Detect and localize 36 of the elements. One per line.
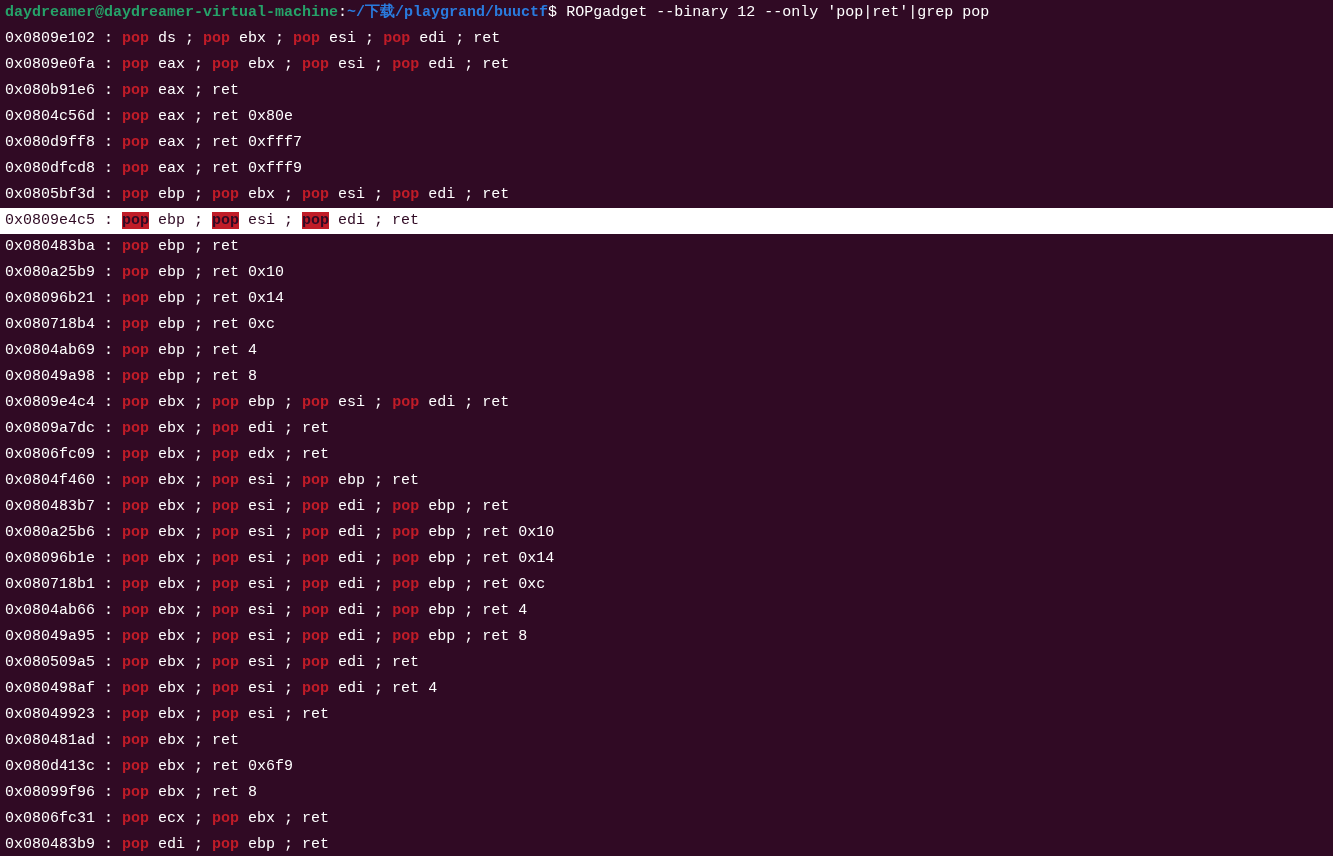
output-line: 0x080a25b9 : pop ebp ; ret 0x10 xyxy=(4,263,286,283)
output-line: 0x0804f460 : pop ebx ; pop esi ; pop ebp ; ret xyxy=(4,471,421,491)
output-line: 0x080d9ff8 : pop eax ; ret 0xfff7 xyxy=(4,133,304,153)
output-line: 0x0805bf3d : pop ebp ; pop ebx ; pop esi ; pop edi ; ret xyxy=(4,185,511,205)
prompt-symbol: $ xyxy=(548,3,558,23)
output-line: 0x080481ad : pop ebx ; ret xyxy=(4,731,241,751)
output-line: 0x0804ab66 : pop ebx ; pop esi ; pop edi ; pop ebp ; ret 4 xyxy=(4,601,529,621)
output-line: 0x080718b4 : pop ebp ; ret 0xc xyxy=(4,315,277,335)
output-line: 0x08096b21 : pop ebp ; ret 0x14 xyxy=(4,289,286,309)
output-line: 0x080483b7 : pop ebx ; pop esi ; pop edi ; pop ebp ; ret xyxy=(4,497,511,517)
output-line: 0x0809a7dc : pop ebx ; pop edi ; ret xyxy=(4,419,331,439)
output-line: 0x08049923 : pop ebx ; pop esi ; ret xyxy=(4,705,331,725)
output-line: 0x080dfcd8 : pop eax ; ret 0xfff9 xyxy=(4,159,304,179)
output-line: 0x0809e102 : pop ds ; pop ebx ; pop esi ; pop edi ; ret xyxy=(4,29,502,49)
output-line: 0x08049a98 : pop ebp ; ret 8 xyxy=(4,367,259,387)
prompt-separator: : xyxy=(338,3,348,23)
output-line: 0x0806fc31 : pop ecx ; pop ebx ; ret xyxy=(4,809,331,829)
output-line: 0x080498af : pop ebx ; pop esi ; pop edi ; ret 4 xyxy=(4,679,439,699)
prompt-path: ~/下载/playgrand/buuctf xyxy=(347,2,549,23)
output-line: 0x080483ba : pop ebp ; ret xyxy=(4,237,241,257)
output-line: 0x0809e4c4 : pop ebx ; pop ebp ; pop esi ; pop edi ; ret xyxy=(4,393,511,413)
output-line: 0x08049a95 : pop ebx ; pop esi ; pop edi ; pop ebp ; ret 8 xyxy=(4,627,529,647)
output-line: 0x0804ab69 : pop ebp ; ret 4 xyxy=(4,341,259,361)
output-line: 0x0806fc09 : pop ebx ; pop edx ; ret xyxy=(4,445,331,465)
output-line: 0x080d413c : pop ebx ; ret 0x6f9 xyxy=(4,757,295,777)
output-line: 0x080483b9 : pop edi ; pop ebp ; ret xyxy=(4,835,331,855)
output-line: 0x080b91e6 : pop eax ; ret xyxy=(4,81,241,101)
command-text: ROPgadget --binary 12 --only 'pop|ret'|grep pop xyxy=(566,3,990,23)
output-line: 0x080a25b6 : pop ebx ; pop esi ; pop edi ; pop ebp ; ret 0x10 xyxy=(4,523,556,543)
output-line: 0x080718b1 : pop ebx ; pop esi ; pop edi ; pop ebp ; ret 0xc xyxy=(4,575,547,595)
output-line: 0x08099f96 : pop ebx ; ret 8 xyxy=(4,783,259,803)
output-line: 0x08096b1e : pop ebx ; pop esi ; pop edi ; pop ebp ; ret 0x14 xyxy=(4,549,556,569)
prompt-user-host: daydreamer@daydreamer-virtual-machine xyxy=(5,3,339,23)
output-line: 0x080509a5 : pop ebx ; pop esi ; pop edi ; ret xyxy=(4,653,421,673)
output-line: 0x0804c56d : pop eax ; ret 0x80e xyxy=(4,107,295,127)
output-line: 0x0809e0fa : pop eax ; pop ebx ; pop esi ; pop edi ; ret xyxy=(4,55,511,75)
